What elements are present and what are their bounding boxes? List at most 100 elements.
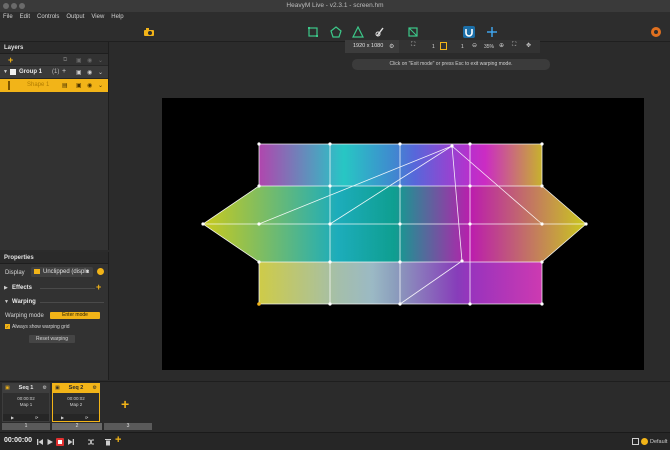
menu-controls[interactable]: Controls <box>37 12 59 22</box>
chevron-down-icon[interactable]: ⌄ <box>98 69 103 76</box>
reset-warping-button[interactable]: Reset warping <box>29 335 75 343</box>
menu-help[interactable]: Help <box>111 12 123 22</box>
visibility-all-icon[interactable]: ◉ <box>87 57 92 64</box>
resolution-label: 1920 x 1080 <box>353 43 384 49</box>
lock-all-icon[interactable]: ▣ <box>76 57 82 64</box>
warping-label[interactable]: Warping <box>12 299 36 305</box>
warping-hint: Click on "Exit mode" or press Esc to exi… <box>352 59 550 70</box>
zoom-percent: 35% <box>484 44 495 50</box>
sequence-time: 00:00:02 <box>17 396 35 401</box>
status-bar: 00:00:00 + Default <box>0 432 670 450</box>
chevron-down-icon[interactable]: ⌄ <box>98 82 103 89</box>
polygon-tool-icon[interactable] <box>330 26 342 38</box>
loop-icon[interactable]: ⟳ <box>35 415 38 420</box>
eye-icon[interactable]: ◉ <box>87 69 92 76</box>
group-name[interactable]: Group 1 <box>19 69 42 75</box>
eye-icon[interactable]: ◉ <box>87 82 92 89</box>
effects-label[interactable]: Effects <box>12 285 32 291</box>
sequence-card-2[interactable]: Seq 2 ▣ ⚙ 00:00:02 Map 2 ▶ ⟳ <box>52 383 100 422</box>
warped-shape[interactable] <box>162 98 644 370</box>
output-screen-icon[interactable] <box>632 438 639 445</box>
ungroup-icon[interactable]: ⧉ <box>63 57 67 64</box>
properties-header: Properties <box>0 252 108 264</box>
sequence-card-1[interactable]: Seq 1 ▣ ⚙ 00:00:02 Map 1 ▶ ⟳ <box>2 383 50 422</box>
warping-divider <box>40 302 104 303</box>
zoom-out-icon[interactable]: ⊖ <box>472 42 477 49</box>
menu-view[interactable]: View <box>91 12 104 22</box>
stop-icon[interactable] <box>56 438 64 446</box>
crop-icon[interactable]: ⛶ <box>411 42 415 49</box>
menu-file[interactable]: File <box>3 12 13 22</box>
group-count: (1) <box>52 69 60 75</box>
layer-row-shape[interactable]: Shape 1 ▤ ▣ ◉ ⌄ <box>0 79 108 92</box>
loop-icon[interactable]: ⟳ <box>85 415 88 420</box>
play-icon[interactable]: ▶ <box>11 415 14 420</box>
layer-group-row[interactable]: ▼ Group 1 (1) + ▣ ◉ ⌄ <box>0 66 108 79</box>
sequence-map: Map 1 <box>19 402 33 407</box>
chevron-down-icon[interactable]: ▼ <box>4 299 9 305</box>
delete-icon[interactable] <box>104 438 112 446</box>
sequence-controls: ▶ ⟳ <box>3 414 49 421</box>
info-icon[interactable] <box>97 268 104 275</box>
track-3[interactable]: 3 <box>104 423 152 430</box>
lock-icon[interactable]: ▣ <box>76 69 82 76</box>
zoom-in-icon[interactable]: ⊕ <box>499 42 504 49</box>
rectangle-tool-icon[interactable] <box>307 26 319 38</box>
add-icon[interactable]: + <box>115 434 121 446</box>
triangle-tool-icon[interactable] <box>352 26 364 38</box>
default-label: Default <box>650 439 668 445</box>
menu-edit[interactable]: Edit <box>20 12 30 22</box>
sequence-lock-icon[interactable]: ▣ <box>5 385 10 391</box>
chevron-down-icon[interactable]: ▼ <box>3 69 8 75</box>
menu-output[interactable]: Output <box>66 12 84 22</box>
default-status-icon <box>641 438 648 445</box>
always-show-checkbox[interactable]: ✓ <box>5 324 10 329</box>
resolution-settings-icon[interactable]: ⚙ <box>389 43 394 50</box>
zoom-toolbar: 1920 x 1080 ⚙ ⛶ 1 1 ⊖ 35% ⊕ ⛶ ✥ <box>345 40 540 53</box>
add-effect-icon[interactable]: + <box>96 282 101 292</box>
add-layer-icon[interactable]: + <box>8 55 13 65</box>
previous-icon[interactable] <box>36 438 44 446</box>
add-sequence-icon[interactable]: + <box>121 396 129 412</box>
sequence-settings-icon[interactable]: ⚙ <box>93 385 97 391</box>
display-label: Display <box>5 270 25 276</box>
collapse-icon[interactable]: ⌄ <box>98 57 103 64</box>
add-point-icon[interactable] <box>486 26 498 38</box>
layer-name[interactable]: Shape 1 <box>27 82 49 88</box>
chevron-right-icon[interactable]: ▶ <box>4 285 8 291</box>
projector-icon[interactable] <box>143 26 155 38</box>
next-icon[interactable] <box>67 438 75 446</box>
move-icon[interactable]: ✥ <box>526 42 531 49</box>
aspect-icon[interactable] <box>440 42 447 50</box>
settings-gear-icon[interactable] <box>650 26 662 38</box>
play-icon[interactable] <box>46 438 54 446</box>
title-bar: HeavyM Live - v2.3.1 - screen.hm <box>0 0 670 12</box>
brush-tool-icon[interactable] <box>374 26 386 38</box>
sequence-controls: ▶ ⟳ <box>53 414 99 421</box>
enter-mode-button[interactable]: Enter mode <box>50 312 100 319</box>
layers-toolbar: + ⧉ ▣ ◉ ⌄ <box>0 54 108 66</box>
play-icon[interactable]: ▶ <box>61 415 64 420</box>
lock-icon[interactable]: ▣ <box>76 82 82 89</box>
magnet-icon[interactable] <box>463 26 475 38</box>
shape-bottom-band <box>259 262 542 304</box>
group-color-swatch <box>10 69 16 75</box>
properties-panel: Properties Display Unclipped (displa ▼ ▶… <box>0 252 109 380</box>
chevron-down-icon: ▼ <box>85 269 90 275</box>
mapping-tool-icon[interactable] <box>407 26 419 38</box>
shuffle-icon[interactable] <box>87 438 95 446</box>
sequence-time: 00:00:02 <box>67 396 85 401</box>
sequence-settings-icon[interactable]: ⚙ <box>43 385 47 391</box>
layers-panel: Layers + ⧉ ▣ ◉ ⌄ ▼ Group 1 (1) + ▣ ◉ ⌄ S… <box>0 42 109 250</box>
value-a: 1 <box>432 44 435 50</box>
selected-handle[interactable] <box>257 302 261 306</box>
track-1[interactable]: 1 <box>2 423 50 430</box>
fit-icon[interactable]: ⛶ <box>512 42 516 49</box>
track-2[interactable]: 2 <box>52 423 102 430</box>
display-icon <box>34 269 40 274</box>
add-to-group-icon[interactable]: + <box>62 68 66 75</box>
display-dropdown[interactable]: Unclipped (displa ▼ <box>31 267 93 277</box>
display-value: Unclipped (displa <box>43 269 90 275</box>
sequence-lock-icon[interactable]: ▣ <box>55 385 60 391</box>
projection-canvas[interactable] <box>162 98 644 370</box>
